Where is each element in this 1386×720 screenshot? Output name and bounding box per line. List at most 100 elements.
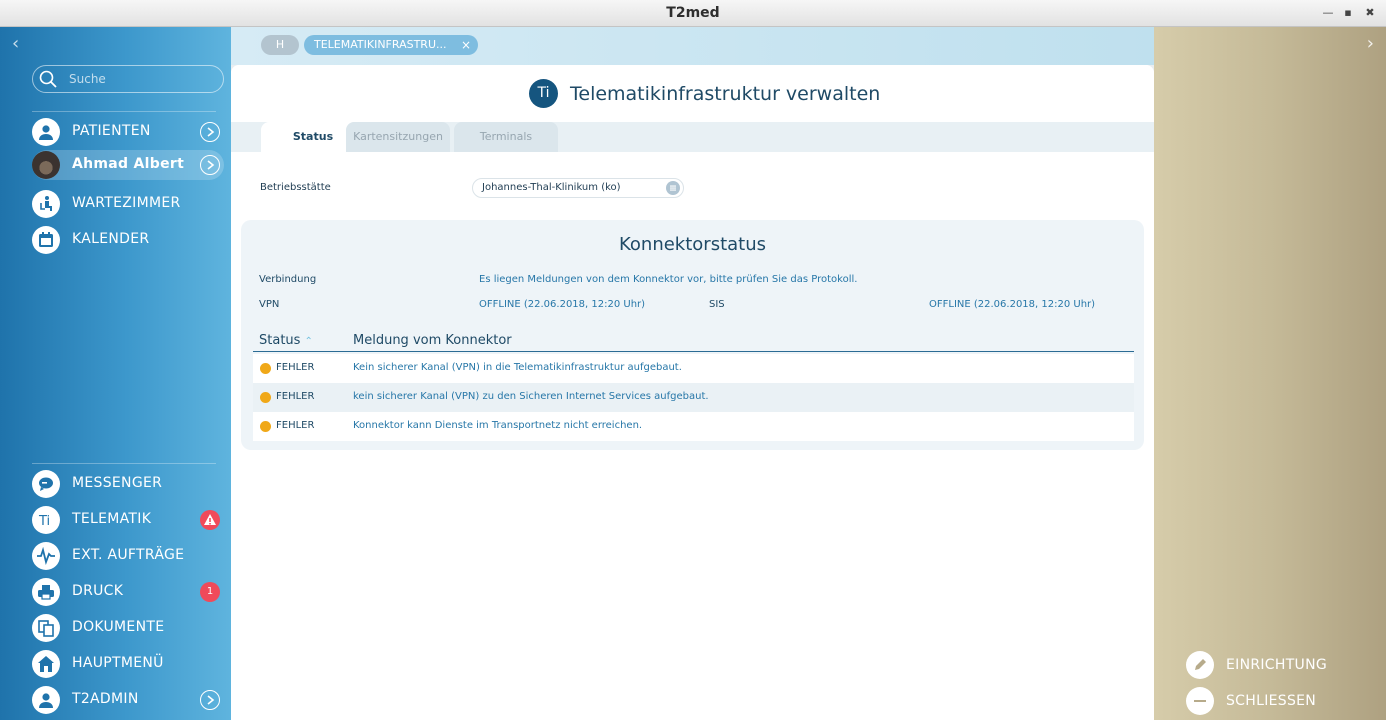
betriebsstaette-select[interactable]: Johannes-Thal-Klinikum (ko) (472, 178, 684, 198)
sidebar-item-label: T2ADMIN (72, 691, 139, 707)
sidebar-item-label: Ahmad Albert (72, 156, 185, 172)
sidebar: ‹ PATIENTEN Ahmad Albert WARTEZIMMER (0, 27, 231, 720)
sidebar-item-kalender[interactable]: KALENDER (32, 225, 224, 255)
konnektor-title: Konnektorstatus (618, 234, 766, 255)
tab-bar: Status Kartensitzungen Terminals (231, 122, 1154, 152)
column-header-message[interactable]: Meldung vom Konnektor (353, 333, 512, 348)
search-box[interactable] (32, 65, 224, 93)
sidebar-item-patienten[interactable]: PATIENTEN (32, 117, 224, 147)
vpn-label: VPN (259, 299, 280, 310)
error-status-icon (260, 392, 271, 403)
right-panel: › EINRICHTUNG SCHLIESSEN (1154, 27, 1386, 720)
person-icon (32, 118, 60, 146)
chevron-right-icon[interactable]: › (1367, 33, 1374, 54)
main-panel: Ti Telematikinfrastruktur verwalten Stat… (231, 65, 1154, 720)
sidebar-item-telematik[interactable]: Ti TELEMATIK (32, 505, 224, 535)
window-title: T2med (666, 5, 720, 21)
konnektor-messages-table: Status ⌃ Meldung vom Konnektor FEHLER Kei… (253, 330, 1134, 442)
row-message: kein sicherer Kanal (VPN) zu den Sichere… (353, 391, 709, 402)
sidebar-item-messenger[interactable]: MESSENGER (32, 469, 224, 499)
sidebar-item-label: KALENDER (72, 231, 150, 247)
row-message: Kein sicherer Kanal (VPN) in die Telemat… (353, 362, 682, 373)
schliessen-button[interactable]: SCHLIESSEN (1186, 687, 1366, 717)
sidebar-item-current-patient[interactable]: Ahmad Albert (32, 150, 224, 180)
sidebar-item-t2admin[interactable]: T2ADMIN (32, 685, 224, 715)
chevron-right-icon[interactable] (200, 122, 220, 142)
verbindung-value: Es liegen Meldungen von dem Konnektor vo… (479, 274, 858, 285)
sidebar-item-wartezimmer[interactable]: WARTEZIMMER (32, 189, 224, 219)
chevron-left-icon[interactable]: ‹ (12, 33, 19, 54)
documents-icon (32, 614, 60, 642)
sidebar-item-label: MESSENGER (72, 475, 163, 491)
sidebar-item-label: DRUCK (72, 583, 124, 599)
sidebar-item-druck[interactable]: DRUCK 1 (32, 577, 224, 607)
table-row[interactable]: FEHLER kein sicherer Kanal (VPN) zu den … (253, 383, 1134, 412)
breadcrumb-current-tab[interactable]: TELEMATIKINFRASTRU... × (304, 35, 478, 55)
close-window-button[interactable]: ✖ (1362, 5, 1378, 21)
vpn-value: OFFLINE (22.06.2018, 12:20 Uhr) (479, 299, 646, 310)
sidebar-item-hauptmenue[interactable]: HAUPTMENÜ (32, 649, 224, 679)
table-header: Status ⌃ Meldung vom Konnektor (253, 330, 1134, 352)
sidebar-item-label: PATIENTEN (72, 123, 151, 139)
verbindung-label: Verbindung (259, 274, 317, 285)
search-input[interactable] (69, 70, 209, 88)
ti-logo-icon: Ti (529, 79, 558, 108)
printer-icon (32, 578, 60, 606)
column-header-status[interactable]: Status ⌃ (259, 333, 313, 348)
sidebar-item-ext-auftraege[interactable]: EXT. AUFTRÄGE (32, 541, 224, 571)
waiting-room-icon (32, 190, 60, 218)
page-title: Telematikinfrastruktur verwalten (570, 83, 881, 105)
sidebar-divider (32, 111, 216, 112)
minimize-button[interactable]: — (1320, 5, 1336, 21)
pencil-icon (1186, 651, 1214, 679)
sidebar-item-label: EXT. AUFTRÄGE (72, 547, 185, 563)
minus-icon (1186, 687, 1214, 715)
table-row[interactable]: FEHLER Konnektor kann Dienste im Transpo… (253, 412, 1134, 441)
sort-asc-icon: ⌃ (304, 336, 313, 347)
dropdown-icon[interactable] (666, 181, 680, 195)
maximize-button[interactable]: ▪ (1340, 5, 1356, 21)
chevron-right-icon[interactable] (200, 690, 220, 710)
tab-kartensitzungen[interactable]: Kartensitzungen (346, 122, 450, 152)
chat-bubble-icon (32, 470, 60, 498)
print-count-badge: 1 (200, 582, 220, 602)
sidebar-item-label: HAUPTMENÜ (72, 655, 164, 671)
home-icon (32, 650, 60, 678)
row-message: Konnektor kann Dienste im Transportnetz … (353, 420, 643, 431)
column-header-label: Status (259, 333, 301, 348)
search-icon (39, 70, 57, 88)
sidebar-divider (32, 463, 216, 464)
sis-value: OFFLINE (22.06.2018, 12:20 Uhr) (929, 299, 1096, 310)
sidebar-item-label: DOKUMENTE (72, 619, 165, 635)
svg-text:Ti: Ti (38, 514, 50, 529)
sidebar-item-label: WARTEZIMMER (72, 195, 181, 211)
betriebsstaette-label: Betriebsstätte (260, 182, 331, 193)
konnektor-status-card: Konnektorstatus Verbindung Es liegen Mel… (241, 220, 1144, 450)
tab-terminals[interactable]: Terminals (454, 122, 558, 152)
row-status: FEHLER (276, 420, 315, 431)
window-titlebar: T2med — ▪ ✖ (0, 0, 1386, 27)
sidebar-item-dokumente[interactable]: DOKUMENTE (32, 613, 224, 643)
row-status: FEHLER (276, 391, 315, 402)
pulse-icon (32, 542, 60, 570)
breadcrumb-home[interactable]: H (261, 35, 299, 55)
ti-icon: Ti (32, 506, 60, 534)
error-status-icon (260, 363, 271, 374)
row-status: FEHLER (276, 362, 315, 373)
betriebsstaette-value: Johannes-Thal-Klinikum (ko) (482, 182, 621, 193)
chevron-right-icon[interactable] (200, 155, 220, 175)
breadcrumb: H TELEMATIKINFRASTRU... × (231, 27, 1154, 65)
warning-icon (200, 510, 220, 530)
sidebar-item-label: TELEMATIK (72, 511, 152, 527)
person-icon (32, 686, 60, 714)
schliessen-label: SCHLIESSEN (1226, 693, 1317, 709)
sis-label: SIS (709, 299, 725, 310)
table-row[interactable]: FEHLER Kein sicherer Kanal (VPN) in die … (253, 354, 1134, 383)
einrichtung-button[interactable]: EINRICHTUNG (1186, 651, 1366, 681)
close-icon[interactable]: × (461, 35, 471, 55)
avatar (32, 151, 60, 179)
error-status-icon (260, 421, 271, 432)
calendar-icon (32, 226, 60, 254)
tab-content: Betriebsstätte Johannes-Thal-Klinikum (k… (231, 152, 1154, 720)
breadcrumb-current-label: TELEMATIKINFRASTRU... (314, 38, 447, 51)
